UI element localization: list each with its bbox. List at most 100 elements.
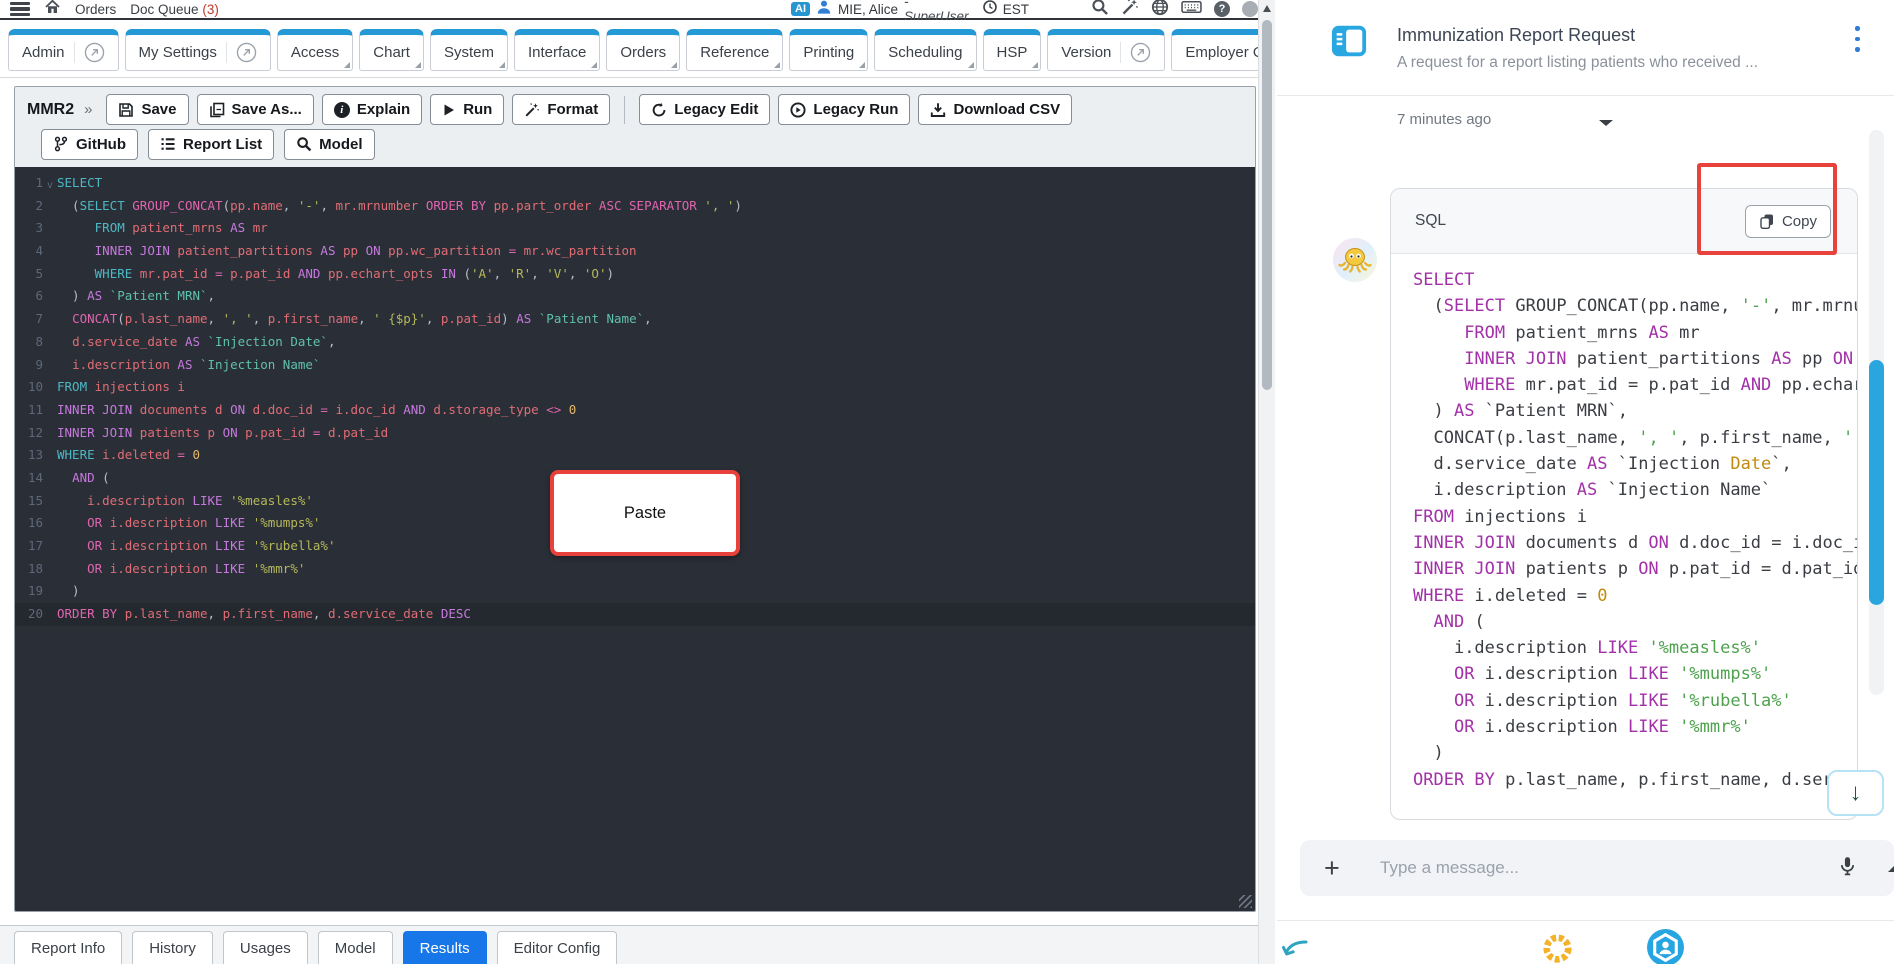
copy-button[interactable]: Copy <box>1744 204 1831 238</box>
paste-context-button[interactable]: Paste <box>550 470 740 556</box>
line-number: 4 <box>35 243 43 259</box>
microphone-icon[interactable] <box>1838 856 1857 881</box>
scrollbar-up-arrow-icon[interactable] <box>1263 5 1271 12</box>
line-number: 2 <box>35 197 43 213</box>
fold-caret-icon <box>43 425 57 448</box>
sql-code-block[interactable]: SELECT (SELECT GROUP_CONCAT(pp.name, '-'… <box>1391 254 1857 793</box>
tab-chart[interactable]: Chart <box>359 29 424 71</box>
editor-line-7[interactable]: 7 CONCAT(p.last_name, ', ', p.first_name… <box>15 308 1255 331</box>
menu-item-doc-queue[interactable]: Doc Queue (3) <box>130 2 219 17</box>
left-pane-scrollbar[interactable] <box>1258 0 1275 964</box>
tab-employer-organizations[interactable]: Employer Organizations <box>1171 29 1258 71</box>
tab-reference[interactable]: Reference <box>686 29 784 71</box>
panel-layout-icon[interactable] <box>1330 22 1368 65</box>
line-number: 13 <box>27 447 43 463</box>
editor-line-18[interactable]: 18 OR i.description LIKE '%mmr%' <box>15 558 1255 581</box>
tab-caret-icon <box>774 62 781 68</box>
editor-line-2[interactable]: 2 (SELECT GROUP_CONCAT(pp.name, '-', mr.… <box>15 195 1255 218</box>
keyboard-icon[interactable] <box>1181 0 1202 20</box>
button-label: Model <box>319 135 363 153</box>
editor-line-12[interactable]: 12 INNER JOIN patients p ON p.pat_id = d.… <box>15 422 1255 445</box>
editor-line-3[interactable]: 3 FROM patient_mrns AS mr <box>15 217 1255 240</box>
report-code-chevron[interactable]: » <box>84 101 92 118</box>
scrollbar-thumb[interactable] <box>1262 20 1272 390</box>
editor-toolbar-row-1: MMR2 » Save Save As... i Explain Run Format Le… <box>15 87 1255 127</box>
legacy-edit-button[interactable]: Legacy Edit <box>639 94 771 125</box>
explain-button[interactable]: i Explain <box>321 94 423 125</box>
input-expand-caret-icon[interactable] <box>1888 864 1894 872</box>
editor-line-8[interactable]: 8 d.service_date AS `Injection Date`, <box>15 331 1255 354</box>
editor-line-5[interactable]: 5 WHERE mr.pat_id = p.pat_id AND pp.echa… <box>15 263 1255 286</box>
editor-line-13[interactable]: 13 WHERE i.deleted = 0 <box>15 444 1255 467</box>
report-list-button[interactable]: Report List <box>148 128 275 160</box>
format-button[interactable]: Format <box>512 94 611 125</box>
user-icon <box>816 0 832 20</box>
run-button[interactable]: Run <box>430 94 505 125</box>
scroll-to-bottom-button[interactable]: ↓ <box>1827 770 1884 816</box>
editor-line-20[interactable]: 20 ORDER BY p.last_name, p.first_name, d.… <box>15 603 1255 626</box>
bottom-tab-usages[interactable]: Usages <box>222 931 308 964</box>
chat-scrollbar-thumb[interactable] <box>1869 360 1884 605</box>
tab-orders[interactable]: Orders <box>606 29 681 71</box>
line-number: 5 <box>35 265 43 281</box>
wand-icon[interactable] <box>1121 0 1139 21</box>
tab-access[interactable]: Access <box>276 29 354 71</box>
search-icon[interactable] <box>1091 0 1109 21</box>
bottom-tab-editor-config[interactable]: Editor Config <box>496 931 618 964</box>
user-name: MIE, Alice <box>838 1 899 17</box>
editor-line-4[interactable]: 4 INNER JOIN patient_partitions AS pp ON… <box>15 240 1255 263</box>
editor-line-6[interactable]: 6 ) AS `Patient MRN`, <box>15 285 1255 308</box>
attach-plus-icon[interactable]: + <box>1324 854 1340 882</box>
tab-system[interactable]: System <box>429 29 508 71</box>
github-button[interactable]: GitHub <box>41 128 138 160</box>
tab-admin[interactable]: Admin <box>8 29 119 71</box>
hamburger-menu-icon[interactable] <box>10 2 30 16</box>
blue-app-logo-icon[interactable] <box>1646 928 1685 964</box>
line-number: 20 <box>27 606 43 622</box>
assistant-avatar <box>1333 238 1377 282</box>
download-csv-button[interactable]: Download CSV <box>918 94 1073 125</box>
presence-circle-icon[interactable] <box>1242 1 1259 17</box>
copy-icon <box>1760 214 1773 229</box>
save-as-button[interactable]: Save As... <box>196 94 314 125</box>
model-button[interactable]: Model <box>284 128 375 160</box>
tab-version[interactable]: Version <box>1047 29 1166 71</box>
sun-gear-icon[interactable] <box>1539 930 1576 964</box>
fold-caret-icon <box>43 334 57 357</box>
legacy-run-button[interactable]: Legacy Run <box>778 94 911 125</box>
editor-bottom-tab-bar: Report Info History Usages Model Results Edit… <box>0 925 1258 964</box>
home-icon[interactable] <box>44 0 61 20</box>
editor-line-11[interactable]: 11 INNER JOIN documents d ON d.doc_id = i… <box>15 399 1255 422</box>
message-input-bar[interactable]: + Type a message... <box>1300 840 1894 896</box>
bottom-tab-model[interactable]: Model <box>317 931 393 964</box>
globe-icon[interactable] <box>1151 0 1169 21</box>
editor-line-19[interactable]: 19 ) <box>15 580 1255 603</box>
tab-interface[interactable]: Interface <box>513 29 601 71</box>
chat-code-line-11: INNER JOIN documents d ON d.doc_id = i.d… <box>1413 532 1857 553</box>
message-input-placeholder: Type a message... <box>1380 858 1519 877</box>
resize-grip[interactable] <box>1239 895 1252 908</box>
doc-queue-count-badge: (3) <box>202 1 219 17</box>
tab-scheduling[interactable]: Scheduling <box>874 29 977 71</box>
editor-line-1[interactable]: 1 v SELECT <box>15 172 1255 195</box>
save-button[interactable]: Save <box>106 94 189 125</box>
tab-hsp[interactable]: HSP <box>982 29 1042 71</box>
tab-label: Interface <box>527 44 587 61</box>
chat-subtitle: A request for a report listing patients … <box>1397 54 1758 71</box>
fold-caret-icon[interactable]: v <box>43 175 57 198</box>
tab-printing[interactable]: Printing <box>789 29 869 71</box>
tab-label: Employer Organizations <box>1185 44 1258 61</box>
bottom-tab-history[interactable]: History <box>132 931 213 964</box>
ai-badge[interactable]: AI <box>791 2 810 16</box>
timestamp-caret-icon[interactable] <box>1599 120 1613 126</box>
chat-code-line-2: (SELECT GROUP_CONCAT(pp.name, '-', mr.mr… <box>1413 296 1857 317</box>
bottom-tab-results[interactable]: Results <box>402 931 487 964</box>
kebab-menu-icon[interactable] <box>1855 26 1860 52</box>
editor-line-10[interactable]: 10 FROM injections i <box>15 376 1255 399</box>
help-icon[interactable]: ? <box>1214 1 1231 17</box>
external-link-icon <box>225 42 257 63</box>
tab-my-settings[interactable]: My Settings <box>124 29 271 71</box>
bottom-tab-report-info[interactable]: Report Info <box>14 931 123 964</box>
editor-line-9[interactable]: 9 i.description AS `Injection Name` <box>15 354 1255 377</box>
menu-item-orders[interactable]: Orders <box>75 2 116 17</box>
